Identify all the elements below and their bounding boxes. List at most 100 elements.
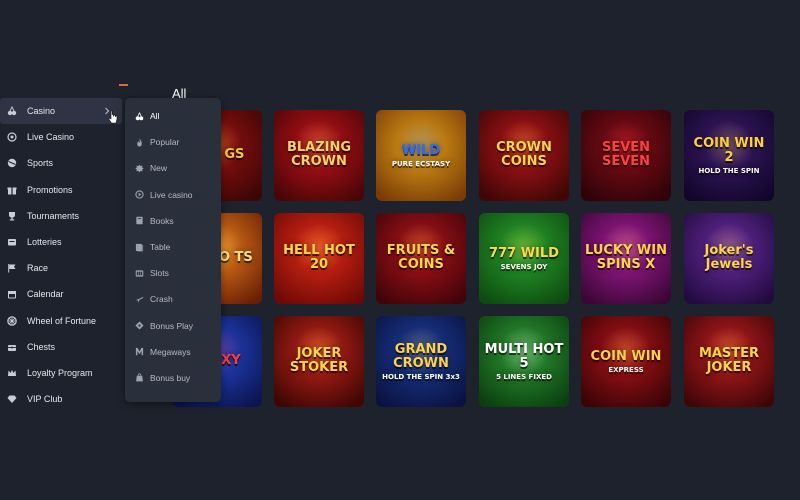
game-title: 777 WILD SEVENS JOY <box>489 245 559 271</box>
mouse-cursor-icon <box>108 110 118 124</box>
category-item-label: New <box>150 163 168 174</box>
game-subtitle: EXPRESS <box>608 365 644 374</box>
game-tile[interactable]: FRUITS & COINS <box>376 213 466 304</box>
category-item-megaways[interactable]: Megaways <box>125 339 221 365</box>
sidebar-item-label: Wheel of Fortune <box>27 315 97 326</box>
game-tile[interactable]: GRAND CROWN HOLD THE SPIN 3x3 <box>376 316 466 407</box>
game-tile[interactable]: Joker's Jewels <box>684 213 774 304</box>
cherries-icon <box>134 111 144 121</box>
category-item-label: Live casino <box>150 189 193 200</box>
category-item-label: All <box>150 111 160 122</box>
sidebar-item-lotteries[interactable]: Lotteries <box>0 229 124 255</box>
game-title: COIN WIN EXPRESS <box>590 348 662 374</box>
game-title: LUCKY WIN SPINS X <box>585 242 667 272</box>
sidebar-item-label: Calendar <box>27 289 64 300</box>
category-item-popular[interactable]: Popular <box>125 129 221 155</box>
category-item-label: Table <box>150 242 171 253</box>
flag-icon <box>7 263 17 273</box>
wheel-icon <box>7 315 17 326</box>
game-title: FRUITS & COINS <box>386 242 456 272</box>
gift-icon <box>7 185 17 195</box>
category-item-live-casino[interactable]: Live casino <box>125 182 221 208</box>
top-bar <box>0 0 800 86</box>
category-item-books[interactable]: Books <box>125 208 221 234</box>
sidebar-item-label: Race <box>27 263 49 274</box>
game-subtitle: PURE ECSTASY <box>391 159 451 168</box>
megaways-icon <box>134 347 144 357</box>
sidebar-item-label: Live Casino <box>27 132 75 143</box>
crown-icon <box>7 368 17 378</box>
sidebar-item-wheel-of-fortune[interactable]: Wheel of Fortune <box>0 308 124 334</box>
sidebar-item-label: Sports <box>27 158 54 169</box>
game-title: Joker's Jewels <box>704 242 754 272</box>
category-item-table[interactable]: Table <box>125 234 221 260</box>
category-item-label: Megaways <box>150 346 191 357</box>
category-item-crash[interactable]: Crash <box>125 286 221 312</box>
sidebar-item-label: Lotteries <box>27 237 62 248</box>
table-icon <box>134 242 144 252</box>
sidebar-item-promotions[interactable]: Promotions <box>0 177 124 203</box>
sidebar-item-live-casino[interactable]: Live Casino <box>0 124 124 150</box>
game-tile[interactable]: MULTI HOT 55 LINES FIXED <box>479 316 569 407</box>
game-subtitle: SEVENS JOY <box>500 262 548 271</box>
game-tile[interactable]: HELL HOT 20 <box>274 213 364 304</box>
chest-icon <box>7 342 17 352</box>
game-tile[interactable]: MASTER JOKER <box>684 316 774 407</box>
game-subtitle: HOLD THE SPIN 3x3 <box>382 372 460 381</box>
sidebar-item-label: Tournaments <box>27 210 80 221</box>
game-tile[interactable]: COIN WIN EXPRESS <box>581 316 671 407</box>
bonus-buy-icon <box>134 373 144 383</box>
category-item-bonus-play[interactable]: Bonus Play <box>125 313 221 339</box>
game-title: BLAZING CROWN <box>286 139 352 169</box>
sidebar-item-vip-club[interactable]: VIP Club <box>0 386 124 412</box>
game-tile[interactable]: COIN WIN 2 HOLD THE SPIN <box>684 110 774 201</box>
sidebar-item-label: Chests <box>27 341 56 352</box>
game-title: HELL HOT 20 <box>283 242 355 272</box>
game-title: COIN WIN 2 HOLD THE SPIN <box>684 136 774 175</box>
game-tile[interactable]: JOKER STOKER <box>274 316 364 407</box>
fire-icon <box>134 137 144 147</box>
game-title: CROWN COINS <box>496 139 552 169</box>
sidebar-item-loyalty-program[interactable]: Loyalty Program <box>0 360 124 386</box>
category-item-label: Slots <box>150 268 169 279</box>
sidebar-item-race[interactable]: Race <box>0 255 124 281</box>
game-tile[interactable]: CROWN COINS <box>479 110 569 201</box>
plane-icon <box>134 294 144 304</box>
sidebar-item-casino[interactable]: Casino <box>0 98 122 125</box>
bonus-play-icon <box>134 321 144 331</box>
sidebar-item-label: VIP Club <box>27 394 63 405</box>
category-item-new[interactable]: New <box>125 155 221 181</box>
category-item-label: Crash <box>150 294 173 305</box>
game-tile[interactable]: BLAZING CROWN <box>274 110 364 201</box>
category-item-slots[interactable]: Slots <box>125 260 221 286</box>
category-item-all[interactable]: All <box>125 103 221 129</box>
game-title: WILD PURE ECSTASY <box>391 142 451 168</box>
slots-icon <box>134 268 144 278</box>
category-item-label: Books <box>150 215 174 226</box>
diamond-icon <box>7 394 17 404</box>
game-tile[interactable]: 777 WILD SEVENS JOY <box>479 213 569 304</box>
book-icon <box>134 216 144 226</box>
game-title: JOKER STOKER <box>289 345 349 375</box>
sidebar-item-chests[interactable]: Chests <box>0 334 124 360</box>
sidebar-item-label: Casino <box>27 106 56 117</box>
sidebar-item-sports[interactable]: Sports <box>0 150 124 176</box>
category-item-label: Bonus buy <box>150 372 191 383</box>
cherries-icon <box>7 106 17 116</box>
sidebar-item-tournaments[interactable]: Tournaments <box>0 203 124 229</box>
category-item-label: Bonus Play <box>150 320 193 331</box>
live-icon <box>134 190 144 200</box>
game-tile[interactable]: SEVEN SEVEN <box>581 110 671 201</box>
sidebar-item-calendar[interactable]: Calendar <box>0 281 124 307</box>
sidebar-item-label: Promotions <box>27 184 73 195</box>
game-subtitle: HOLD THE SPIN <box>698 166 760 175</box>
sidebar: Casino Live Casino Sports Promotions Tournam… <box>0 98 124 412</box>
category-item-bonus-buy[interactable]: Bonus buy <box>125 365 221 391</box>
game-tile[interactable]: LUCKY WIN SPINS X <box>581 213 671 304</box>
new-icon <box>134 163 144 173</box>
game-title: MULTI HOT 55 LINES FIXED <box>484 341 564 381</box>
game-tile[interactable]: WILD PURE ECSTASY <box>376 110 466 201</box>
game-title: GRAND CROWN HOLD THE SPIN 3x3 <box>376 342 466 381</box>
casino-category-dropdown: All Popular New Live casino Books Table Slots C… <box>125 98 221 402</box>
sidebar-item-label: Loyalty Program <box>27 367 93 378</box>
